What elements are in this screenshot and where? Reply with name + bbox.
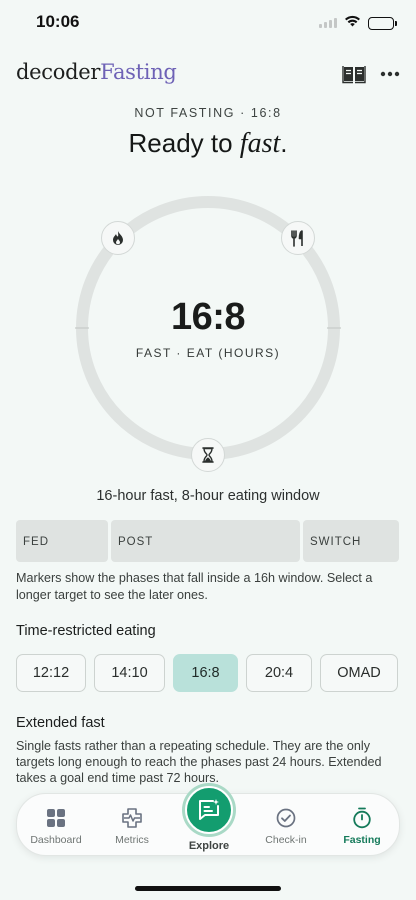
hourglass-icon [202, 447, 214, 463]
status-bar: 10:06 [0, 0, 416, 44]
grid-icon [44, 806, 68, 830]
tab-fasting-label: Fasting [343, 834, 381, 846]
tab-explore-label[interactable]: Explore [167, 840, 251, 852]
fasting-dial: 16:8 FAST · EAT (HOURS) [64, 188, 352, 476]
extended-fast-note: Single fasts rather than a repeating sch… [16, 739, 382, 785]
fork-knife-icon [291, 229, 303, 247]
tab-dashboard-label: Dashboard [30, 834, 82, 846]
tab-check-in[interactable]: Check-in [251, 794, 321, 857]
schedule-option-14-10[interactable]: 14:10 [94, 654, 165, 692]
metrics-icon [120, 806, 144, 830]
tab-bar: Dashboard Metrics Explore Check-in Fasti… [16, 786, 400, 857]
headline-suffix: . [280, 128, 288, 158]
brand-primary: decoder [16, 60, 101, 84]
phase-bar: FED POST SWITCH [16, 520, 400, 562]
headline-prefix: Ready to [128, 128, 240, 158]
extended-fast-title: Extended fast [16, 715, 105, 731]
home-indicator[interactable] [135, 886, 281, 891]
schedule-option-omad[interactable]: OMAD [320, 654, 398, 692]
fast-end-marker[interactable] [191, 438, 225, 472]
time-restricted-title: Time-restricted eating [16, 623, 156, 639]
fasting-status-caption: NOT FASTING · 16:8 [134, 106, 282, 120]
ratio-subtitle: FAST · EAT (HOURS) [135, 346, 281, 360]
eating-window-description: 16-hour fast, 8-hour eating window [96, 488, 320, 504]
chat-sparkle-icon [199, 799, 219, 820]
phase-switch[interactable]: SWITCH [303, 520, 399, 562]
page-headline: Ready to fast. [0, 128, 416, 160]
schedule-options: 12:12 14:10 16:8 20:4 OMAD [16, 654, 400, 692]
status-icons [319, 14, 397, 32]
explore-button[interactable] [185, 786, 233, 834]
book-icon [342, 66, 366, 84]
phase-fed[interactable]: FED [16, 520, 108, 562]
more-button[interactable] [376, 62, 404, 86]
tab-check-in-label: Check-in [265, 834, 307, 846]
app-header: decoderFasting [16, 58, 400, 90]
eat-window-marker[interactable] [281, 221, 315, 255]
headline-emphasis: fast [239, 128, 281, 159]
schedule-option-20-4[interactable]: 20:4 [246, 654, 312, 692]
brand-secondary: Fasting [100, 60, 177, 84]
tab-dashboard[interactable]: Dashboard [21, 794, 91, 857]
schedule-option-12-12[interactable]: 12:12 [16, 654, 86, 692]
tab-metrics[interactable]: Metrics [97, 794, 167, 857]
fed-phase-marker[interactable] [101, 221, 135, 255]
more-icon [380, 71, 400, 77]
phase-note: Markers show the phases that fall inside… [16, 571, 373, 602]
flame-icon [113, 231, 123, 245]
schedule-option-16-8[interactable]: 16:8 [173, 654, 238, 692]
check-circle-icon [274, 806, 298, 830]
tab-metrics-label: Metrics [115, 834, 149, 846]
fasting-ratio: 16:8 [170, 296, 246, 338]
phase-post[interactable]: POST [111, 520, 300, 562]
brand-logo: decoderFasting [16, 60, 177, 84]
stopwatch-icon [350, 806, 374, 830]
wifi-icon [344, 14, 361, 32]
tab-fasting[interactable]: Fasting [327, 794, 397, 857]
book-button[interactable] [340, 62, 368, 86]
battery-icon [368, 16, 397, 30]
status-time: 10:06 [36, 12, 80, 31]
cellular-signal-icon [319, 18, 337, 28]
